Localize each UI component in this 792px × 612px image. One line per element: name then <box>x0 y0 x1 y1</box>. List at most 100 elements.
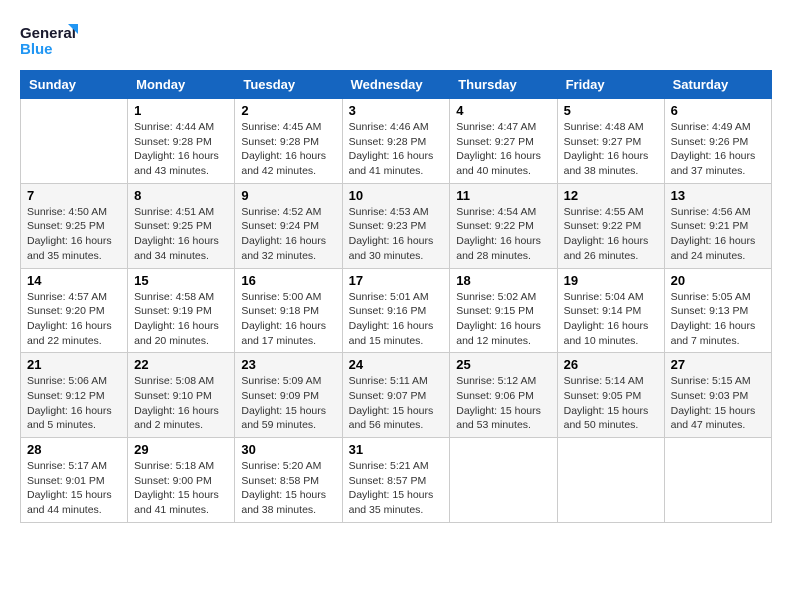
day-cell <box>450 438 557 523</box>
day-info: Sunrise: 5:00 AM Sunset: 9:18 PM Dayligh… <box>241 290 335 349</box>
day-number: 14 <box>27 273 121 288</box>
day-number: 5 <box>564 103 658 118</box>
day-number: 17 <box>349 273 444 288</box>
col-header-monday: Monday <box>128 71 235 99</box>
day-cell: 8 Sunrise: 4:51 AM Sunset: 9:25 PM Daylig… <box>128 183 235 268</box>
day-number: 12 <box>564 188 658 203</box>
day-info: Sunrise: 4:56 AM Sunset: 9:21 PM Dayligh… <box>671 205 765 264</box>
col-header-wednesday: Wednesday <box>342 71 450 99</box>
svg-text:Blue: Blue <box>20 41 53 58</box>
day-info: Sunrise: 4:48 AM Sunset: 9:27 PM Dayligh… <box>564 120 658 179</box>
calendar-table: SundayMondayTuesdayWednesdayThursdayFrid… <box>20 70 772 523</box>
day-cell: 28 Sunrise: 5:17 AM Sunset: 9:01 PM Dayli… <box>21 438 128 523</box>
day-info: Sunrise: 5:14 AM Sunset: 9:05 PM Dayligh… <box>564 374 658 433</box>
day-cell: 21 Sunrise: 5:06 AM Sunset: 9:12 PM Dayli… <box>21 353 128 438</box>
day-info: Sunrise: 5:17 AM Sunset: 9:01 PM Dayligh… <box>27 459 121 518</box>
day-cell <box>21 99 128 184</box>
week-row-3: 14 Sunrise: 4:57 AM Sunset: 9:20 PM Dayli… <box>21 268 772 353</box>
day-number: 30 <box>241 442 335 457</box>
week-row-5: 28 Sunrise: 5:17 AM Sunset: 9:01 PM Dayli… <box>21 438 772 523</box>
day-number: 27 <box>671 357 765 372</box>
day-number: 15 <box>134 273 228 288</box>
day-info: Sunrise: 5:01 AM Sunset: 9:16 PM Dayligh… <box>349 290 444 349</box>
day-number: 20 <box>671 273 765 288</box>
day-info: Sunrise: 5:11 AM Sunset: 9:07 PM Dayligh… <box>349 374 444 433</box>
day-number: 11 <box>456 188 550 203</box>
day-info: Sunrise: 4:46 AM Sunset: 9:28 PM Dayligh… <box>349 120 444 179</box>
day-number: 23 <box>241 357 335 372</box>
day-info: Sunrise: 4:57 AM Sunset: 9:20 PM Dayligh… <box>27 290 121 349</box>
day-number: 18 <box>456 273 550 288</box>
day-number: 2 <box>241 103 335 118</box>
svg-text:General: General <box>20 25 76 42</box>
day-cell: 26 Sunrise: 5:14 AM Sunset: 9:05 PM Dayli… <box>557 353 664 438</box>
page-header: GeneralBlue <box>20 20 772 60</box>
col-header-tuesday: Tuesday <box>235 71 342 99</box>
day-info: Sunrise: 5:15 AM Sunset: 9:03 PM Dayligh… <box>671 374 765 433</box>
day-info: Sunrise: 5:05 AM Sunset: 9:13 PM Dayligh… <box>671 290 765 349</box>
day-cell: 30 Sunrise: 5:20 AM Sunset: 8:58 PM Dayli… <box>235 438 342 523</box>
col-header-sunday: Sunday <box>21 71 128 99</box>
day-number: 26 <box>564 357 658 372</box>
day-info: Sunrise: 4:55 AM Sunset: 9:22 PM Dayligh… <box>564 205 658 264</box>
day-cell: 4 Sunrise: 4:47 AM Sunset: 9:27 PM Daylig… <box>450 99 557 184</box>
day-number: 13 <box>671 188 765 203</box>
day-cell: 2Sunrise: 4:45 AM Sunset: 9:28 PM Daylig… <box>235 99 342 184</box>
day-number: 31 <box>349 442 444 457</box>
day-info: Sunrise: 5:12 AM Sunset: 9:06 PM Dayligh… <box>456 374 550 433</box>
day-cell: 31 Sunrise: 5:21 AM Sunset: 8:57 PM Dayli… <box>342 438 450 523</box>
day-cell: 18 Sunrise: 5:02 AM Sunset: 9:15 PM Dayli… <box>450 268 557 353</box>
day-number: 6 <box>671 103 765 118</box>
day-number: 21 <box>27 357 121 372</box>
day-cell <box>557 438 664 523</box>
day-info: Sunrise: 5:09 AM Sunset: 9:09 PM Dayligh… <box>241 374 335 433</box>
day-info: Sunrise: 5:20 AM Sunset: 8:58 PM Dayligh… <box>241 459 335 518</box>
day-cell: 27 Sunrise: 5:15 AM Sunset: 9:03 PM Dayli… <box>664 353 771 438</box>
day-cell: 7 Sunrise: 4:50 AM Sunset: 9:25 PM Daylig… <box>21 183 128 268</box>
day-cell: 29Sunrise: 5:18 AM Sunset: 9:00 PM Dayli… <box>128 438 235 523</box>
day-number: 7 <box>27 188 121 203</box>
day-cell: 19 Sunrise: 5:04 AM Sunset: 9:14 PM Dayli… <box>557 268 664 353</box>
day-cell: 6 Sunrise: 4:49 AM Sunset: 9:26 PM Daylig… <box>664 99 771 184</box>
day-info: Sunrise: 5:02 AM Sunset: 9:15 PM Dayligh… <box>456 290 550 349</box>
day-cell: 9Sunrise: 4:52 AM Sunset: 9:24 PM Daylig… <box>235 183 342 268</box>
day-cell: 23 Sunrise: 5:09 AM Sunset: 9:09 PM Dayli… <box>235 353 342 438</box>
day-cell: 12 Sunrise: 4:55 AM Sunset: 9:22 PM Dayli… <box>557 183 664 268</box>
day-info: Sunrise: 4:50 AM Sunset: 9:25 PM Dayligh… <box>27 205 121 264</box>
week-row-1: 1 Sunrise: 4:44 AM Sunset: 9:28 PM Daylig… <box>21 99 772 184</box>
day-info: Sunrise: 5:04 AM Sunset: 9:14 PM Dayligh… <box>564 290 658 349</box>
day-info: Sunrise: 5:06 AM Sunset: 9:12 PM Dayligh… <box>27 374 121 433</box>
day-cell: 3 Sunrise: 4:46 AM Sunset: 9:28 PM Daylig… <box>342 99 450 184</box>
header-row: SundayMondayTuesdayWednesdayThursdayFrid… <box>21 71 772 99</box>
day-info: Sunrise: 5:08 AM Sunset: 9:10 PM Dayligh… <box>134 374 228 433</box>
day-number: 10 <box>349 188 444 203</box>
day-number: 25 <box>456 357 550 372</box>
day-number: 22 <box>134 357 228 372</box>
day-number: 1 <box>134 103 228 118</box>
col-header-thursday: Thursday <box>450 71 557 99</box>
day-info: Sunrise: 4:44 AM Sunset: 9:28 PM Dayligh… <box>134 120 228 179</box>
day-number: 28 <box>27 442 121 457</box>
day-cell: 15 Sunrise: 4:58 AM Sunset: 9:19 PM Dayli… <box>128 268 235 353</box>
day-info: Sunrise: 4:58 AM Sunset: 9:19 PM Dayligh… <box>134 290 228 349</box>
day-info: Sunrise: 4:47 AM Sunset: 9:27 PM Dayligh… <box>456 120 550 179</box>
day-info: Sunrise: 4:51 AM Sunset: 9:25 PM Dayligh… <box>134 205 228 264</box>
day-info: Sunrise: 4:54 AM Sunset: 9:22 PM Dayligh… <box>456 205 550 264</box>
day-number: 4 <box>456 103 550 118</box>
day-number: 3 <box>349 103 444 118</box>
day-number: 19 <box>564 273 658 288</box>
day-cell: 11 Sunrise: 4:54 AM Sunset: 9:22 PM Dayli… <box>450 183 557 268</box>
day-info: Sunrise: 5:21 AM Sunset: 8:57 PM Dayligh… <box>349 459 444 518</box>
day-cell: 16 Sunrise: 5:00 AM Sunset: 9:18 PM Dayli… <box>235 268 342 353</box>
logo-svg: GeneralBlue <box>20 20 80 60</box>
day-cell: 17 Sunrise: 5:01 AM Sunset: 9:16 PM Dayli… <box>342 268 450 353</box>
day-cell: 24 Sunrise: 5:11 AM Sunset: 9:07 PM Dayli… <box>342 353 450 438</box>
day-cell: 25 Sunrise: 5:12 AM Sunset: 9:06 PM Dayli… <box>450 353 557 438</box>
day-cell: 5 Sunrise: 4:48 AM Sunset: 9:27 PM Daylig… <box>557 99 664 184</box>
day-info: Sunrise: 4:49 AM Sunset: 9:26 PM Dayligh… <box>671 120 765 179</box>
day-number: 16 <box>241 273 335 288</box>
day-cell: 10Sunrise: 4:53 AM Sunset: 9:23 PM Dayli… <box>342 183 450 268</box>
day-info: Sunrise: 5:18 AM Sunset: 9:00 PM Dayligh… <box>134 459 228 518</box>
day-number: 24 <box>349 357 444 372</box>
day-number: 8 <box>134 188 228 203</box>
